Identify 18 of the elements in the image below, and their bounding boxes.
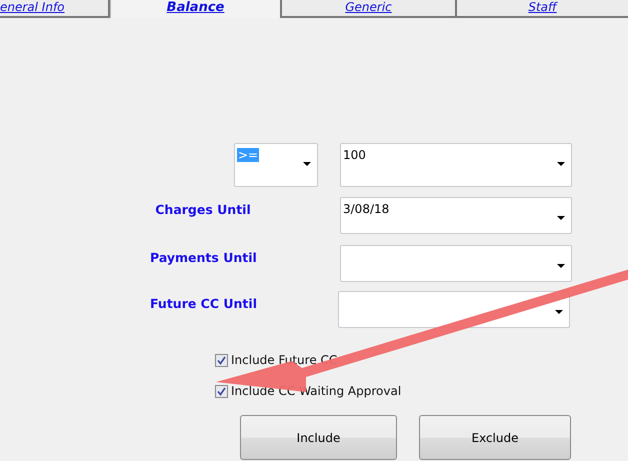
field-label: Charges Until (154, 201, 252, 217)
tab[interactable]: Staff (457, 0, 628, 18)
amount-dropdown[interactable]: 100 (340, 143, 572, 187)
caret-icon (557, 162, 565, 166)
exclude-button[interactable]: Exclude (419, 415, 571, 460)
checkbox[interactable] (215, 354, 228, 366)
tab[interactable]: eneral Info (0, 0, 110, 18)
field-label: Payments Until (150, 249, 256, 265)
include-button[interactable]: Include (240, 415, 397, 460)
caret-icon (555, 310, 563, 314)
date-dropdown[interactable]: 3/08/18 (340, 197, 572, 234)
caret-icon (557, 216, 565, 220)
checkbox[interactable] (215, 384, 228, 398)
tab[interactable]: Generic (282, 0, 457, 18)
caret-icon (303, 162, 311, 166)
caret-icon (557, 264, 565, 268)
field-label: Future CC Until (150, 295, 256, 311)
tab[interactable]: Balance (110, 0, 282, 18)
